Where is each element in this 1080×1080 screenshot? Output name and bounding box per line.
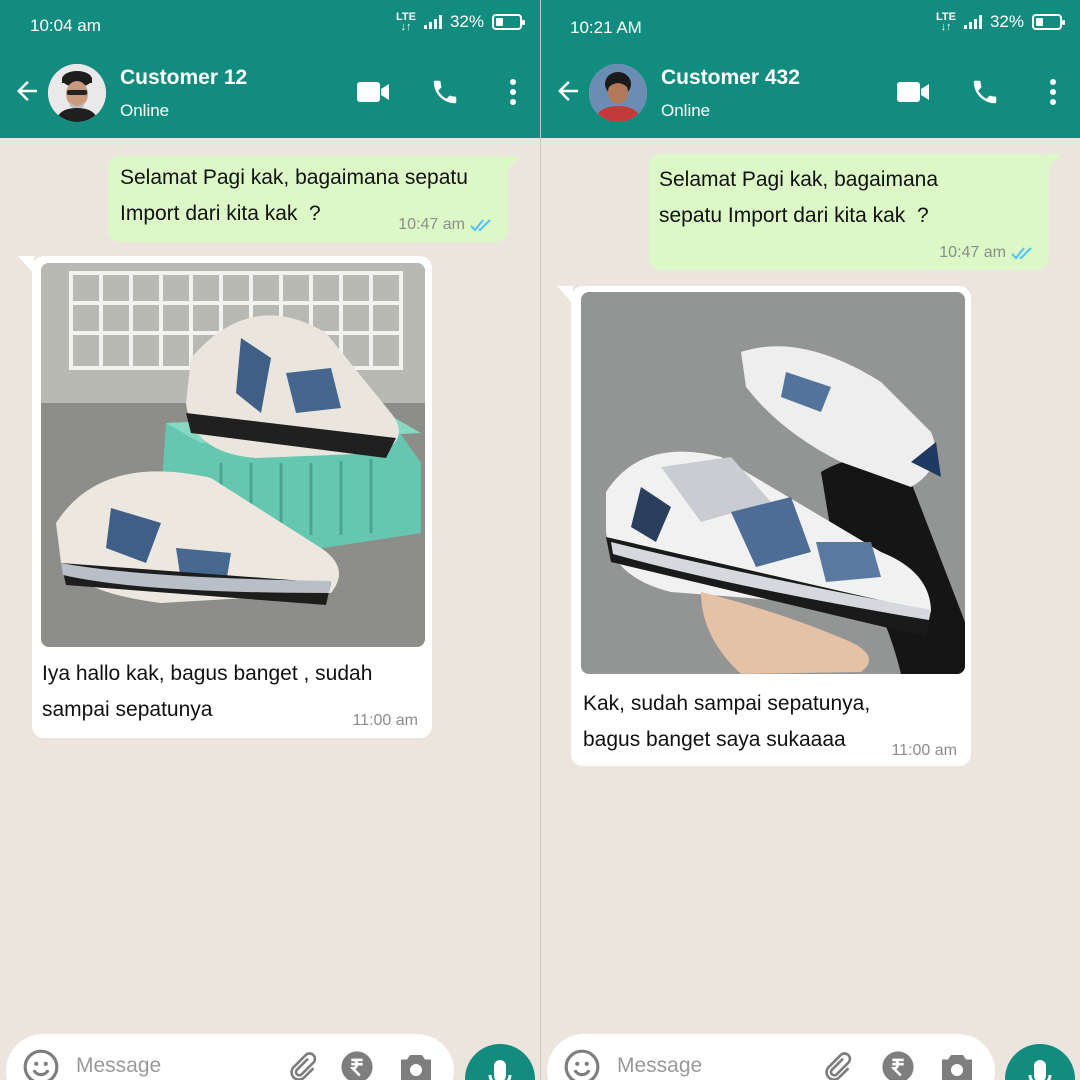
battery-icon (1032, 14, 1065, 30)
message-time: 11:00 am (891, 742, 957, 759)
rupee-icon[interactable] (881, 1050, 915, 1080)
signal-icon (423, 15, 442, 29)
message-time: 10:47 am (398, 216, 465, 233)
message-text: Selamat Pagi kak, bagaimana sepatu Impor… (659, 168, 938, 227)
contact-status: Online (661, 101, 711, 120)
incoming-message[interactable]: Kak, sudah sampai sepatunya, bagus bange… (557, 286, 971, 766)
outgoing-message[interactable]: Selamat Pagi kak, bagaimana sepatu Impor… (108, 156, 520, 242)
message-composer: Message (6, 1034, 454, 1080)
contact-status: Online (120, 101, 170, 120)
back-arrow-icon[interactable] (12, 76, 42, 106)
mic-button[interactable] (1005, 1044, 1075, 1080)
chat-header: Customer 432 Online (541, 52, 1080, 138)
app-bar: 10:04 am LTE ↓↑ 32% Customer 12 Online (0, 0, 540, 138)
message-time: 10:47 am (939, 244, 1006, 261)
message-text: Kak, sudah sampai sepatunya, bagus bange… (583, 692, 871, 751)
message-input[interactable]: Message (76, 1054, 161, 1078)
mic-button[interactable] (465, 1044, 535, 1080)
double-check-icon (470, 219, 491, 232)
mic-icon (488, 1060, 512, 1080)
status-time: 10:21 AM (570, 18, 642, 37)
message-time: 11:00 am (352, 712, 418, 729)
emoji-icon[interactable] (563, 1048, 601, 1080)
signal-icon (963, 15, 982, 29)
double-check-icon (1011, 247, 1032, 260)
shoe-photo[interactable] (41, 263, 425, 647)
message-meta: 10:47 am (939, 244, 1035, 262)
chat-header: Customer 12 Online (0, 52, 540, 138)
contact-name[interactable]: Customer 12 (120, 66, 247, 90)
battery-percent: 32% (449, 12, 484, 31)
emoji-icon[interactable] (22, 1048, 60, 1080)
video-call-icon[interactable] (896, 80, 930, 104)
more-vert-icon[interactable] (508, 78, 518, 106)
rupee-icon[interactable] (340, 1050, 374, 1080)
message-text: Iya hallo kak, bagus banget , sudah samp… (42, 662, 373, 721)
status-bar: 10:04 am LTE ↓↑ 32% (0, 0, 540, 52)
message-meta: 11:00 am (352, 712, 418, 730)
incoming-message[interactable]: Iya hallo kak, bagus banget , sudah samp… (18, 256, 432, 738)
more-vert-icon[interactable] (1048, 78, 1058, 106)
lte-icon: LTE ↓↑ (936, 11, 956, 33)
lte-icon: LTE ↓↑ (396, 11, 416, 33)
chat-screen-customer-432: 10:21 AM LTE ↓↑ 32% Customer 432 Online … (541, 0, 1080, 1080)
camera-icon[interactable] (939, 1050, 975, 1080)
avatar[interactable] (48, 64, 106, 122)
status-bar: 10:21 AM LTE ↓↑ 32% (541, 0, 1080, 52)
shoe-photo[interactable] (581, 292, 965, 674)
battery-percent: 32% (989, 12, 1024, 31)
video-call-icon[interactable] (356, 80, 390, 104)
battery-icon (492, 14, 525, 30)
message-composer: Message (547, 1034, 995, 1080)
attach-icon[interactable] (821, 1050, 853, 1080)
camera-icon[interactable] (398, 1050, 434, 1080)
phone-icon[interactable] (430, 77, 460, 107)
chat-screen-customer-12: 10:04 am LTE ↓↑ 32% Customer 12 Online S… (0, 0, 540, 1080)
contact-name[interactable]: Customer 432 (661, 66, 800, 90)
message-input[interactable]: Message (617, 1054, 702, 1078)
message-meta: 10:47 am (398, 216, 494, 234)
app-bar: 10:21 AM LTE ↓↑ 32% Customer 432 Online (541, 0, 1080, 138)
avatar[interactable] (589, 64, 647, 122)
attach-icon[interactable] (286, 1050, 318, 1080)
status-time: 10:04 am (30, 16, 101, 35)
mic-icon (1028, 1060, 1052, 1080)
phone-icon[interactable] (970, 77, 1000, 107)
outgoing-message[interactable]: Selamat Pagi kak, bagaimana sepatu Impor… (649, 154, 1061, 270)
message-meta: 11:00 am (891, 742, 957, 760)
back-arrow-icon[interactable] (553, 76, 583, 106)
